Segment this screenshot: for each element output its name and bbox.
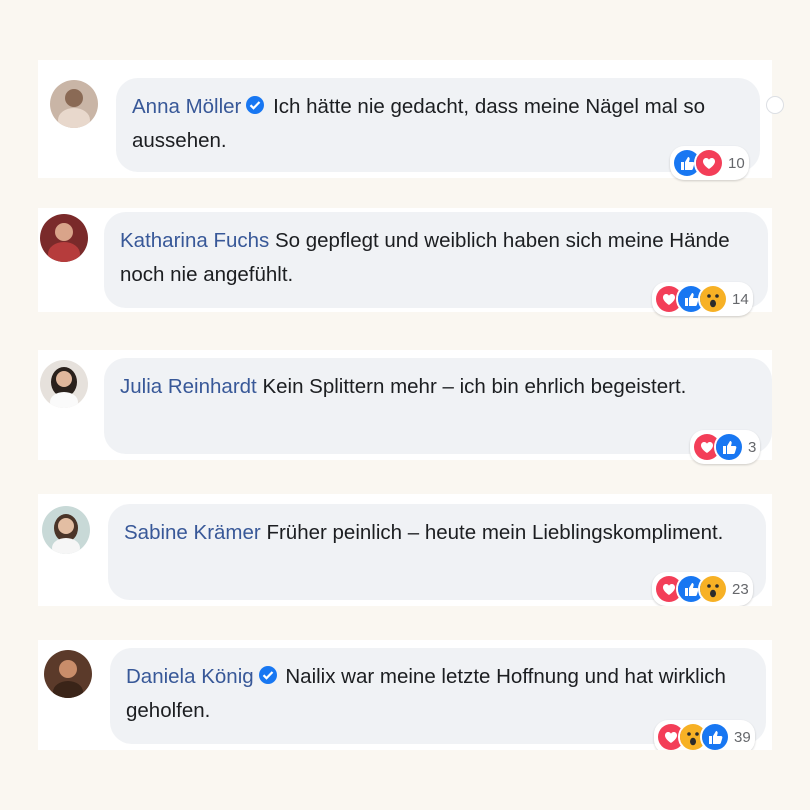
reaction-count: 14 xyxy=(732,290,749,308)
comment-card: Julia Reinhardt Kein Splittern mehr – ic… xyxy=(38,350,772,464)
commenter-name[interactable]: Anna Möller xyxy=(132,95,241,118)
reaction-count: 39 xyxy=(734,728,751,746)
comment-card: Daniela König Nailix war meine letzte Ho… xyxy=(38,640,772,750)
love-icon xyxy=(694,148,724,178)
like-icon xyxy=(700,722,730,750)
more-options-icon[interactable] xyxy=(766,96,784,114)
comment-card: Sabine Krämer Früher peinlich – heute me… xyxy=(38,494,772,606)
verified-badge-icon xyxy=(246,96,265,114)
avatar[interactable] xyxy=(40,360,88,408)
reaction-summary[interactable]: 23 xyxy=(652,572,753,606)
verified-badge-icon xyxy=(258,666,277,684)
wow-icon xyxy=(698,574,728,604)
comment-text: Früher peinlich – heute mein Lieblingsko… xyxy=(266,521,724,544)
avatar[interactable] xyxy=(40,214,88,262)
comment-text: Kein Splittern mehr – ich bin ehrlich be… xyxy=(262,375,687,398)
reaction-summary[interactable]: 3 xyxy=(690,430,761,464)
commenter-name[interactable]: Daniela König xyxy=(126,665,254,688)
comment-bubble: Anna Möller Ich hätte nie gedacht, dass … xyxy=(116,78,760,172)
avatar[interactable] xyxy=(42,506,90,554)
comment-card: Anna Möller Ich hätte nie gedacht, dass … xyxy=(38,60,784,180)
reaction-summary[interactable]: 10 xyxy=(670,146,749,180)
like-icon xyxy=(714,432,744,462)
reaction-summary[interactable]: 39 xyxy=(654,720,755,750)
commenter-name[interactable]: Sabine Krämer xyxy=(124,521,261,544)
reaction-count: 3 xyxy=(748,438,757,456)
reaction-count: 10 xyxy=(728,154,745,172)
avatar[interactable] xyxy=(44,650,92,698)
comment-card: Katharina Fuchs So gepflegt und weiblich… xyxy=(38,208,772,316)
reaction-count: 23 xyxy=(732,580,749,598)
avatar[interactable] xyxy=(50,80,98,128)
comment-bubble: Julia Reinhardt Kein Splittern mehr – ic… xyxy=(104,358,772,454)
wow-icon xyxy=(698,284,728,314)
reaction-summary[interactable]: 14 xyxy=(652,282,753,316)
commenter-name[interactable]: Julia Reinhardt xyxy=(120,375,257,398)
commenter-name[interactable]: Katharina Fuchs xyxy=(120,229,269,252)
